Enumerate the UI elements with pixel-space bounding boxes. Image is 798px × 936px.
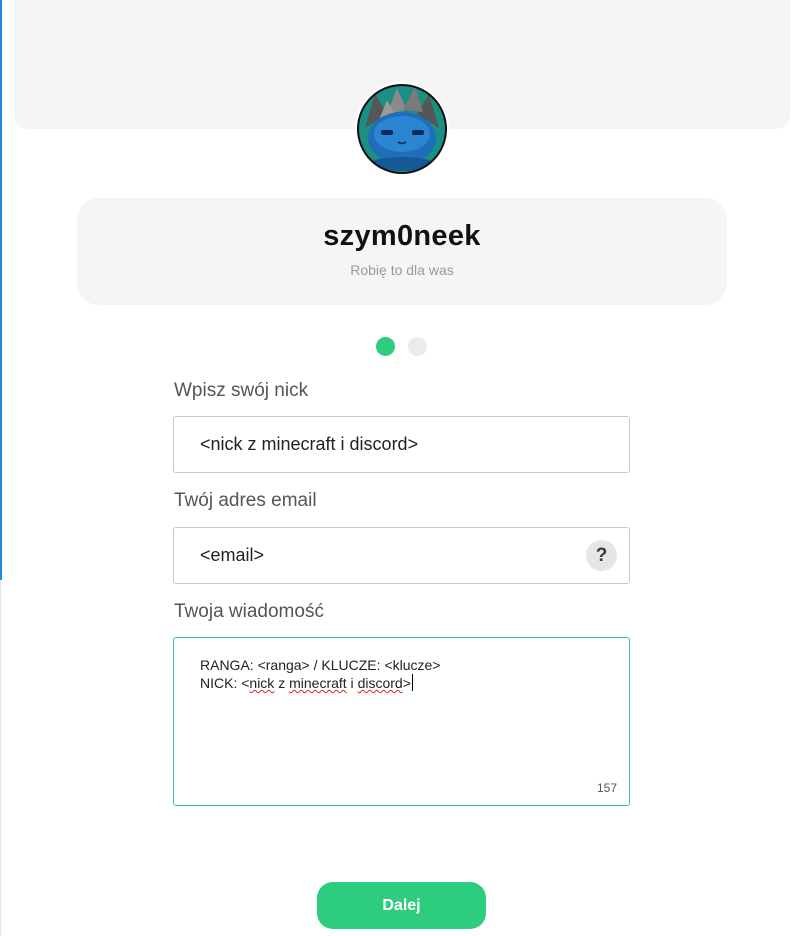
profile-name: szym0neek	[323, 220, 481, 252]
help-icon[interactable]: ?	[586, 540, 617, 571]
message-text: >	[402, 675, 411, 691]
misspelled-word: minecraft	[289, 675, 347, 691]
avatar	[355, 82, 449, 176]
profile-tagline: Robię to dla was	[350, 262, 454, 278]
message-text: NICK: <	[200, 675, 250, 691]
page: szym0neek Robię to dla was Wpisz swój ni…	[0, 0, 798, 936]
message-line-2: NICK: <nick z minecraft i discord>	[200, 674, 603, 692]
nick-input[interactable]: <nick z minecraft i discord>	[173, 416, 630, 473]
character-counter: 157	[596, 781, 617, 795]
message-text: i	[346, 675, 358, 691]
message-line-1: RANGA: <ranga> / KLUCZE: <klucze>	[200, 657, 441, 673]
message-label: Twoja wiadomość	[174, 601, 324, 622]
window-edge	[0, 580, 1, 936]
profile-card: szym0neek Robię to dla was	[77, 198, 727, 305]
message-textarea[interactable]: RANGA: <ranga> / KLUCZE: <klucze> NICK: …	[173, 637, 630, 806]
text-caret	[411, 674, 413, 691]
window-edge-accent	[0, 0, 2, 580]
message-text: z	[274, 675, 290, 691]
email-label: Twój adres email	[174, 490, 317, 511]
step-dot-1-active	[376, 337, 395, 356]
nick-label: Wpisz swój nick	[174, 380, 309, 401]
slime-avatar-icon	[357, 84, 447, 174]
misspelled-word: discord	[357, 675, 403, 691]
next-button[interactable]: Dalej	[317, 882, 486, 929]
email-input[interactable]: <email>	[173, 527, 630, 584]
step-indicator	[376, 337, 428, 356]
misspelled-word: nick	[249, 675, 275, 691]
step-dot-2	[408, 337, 427, 356]
